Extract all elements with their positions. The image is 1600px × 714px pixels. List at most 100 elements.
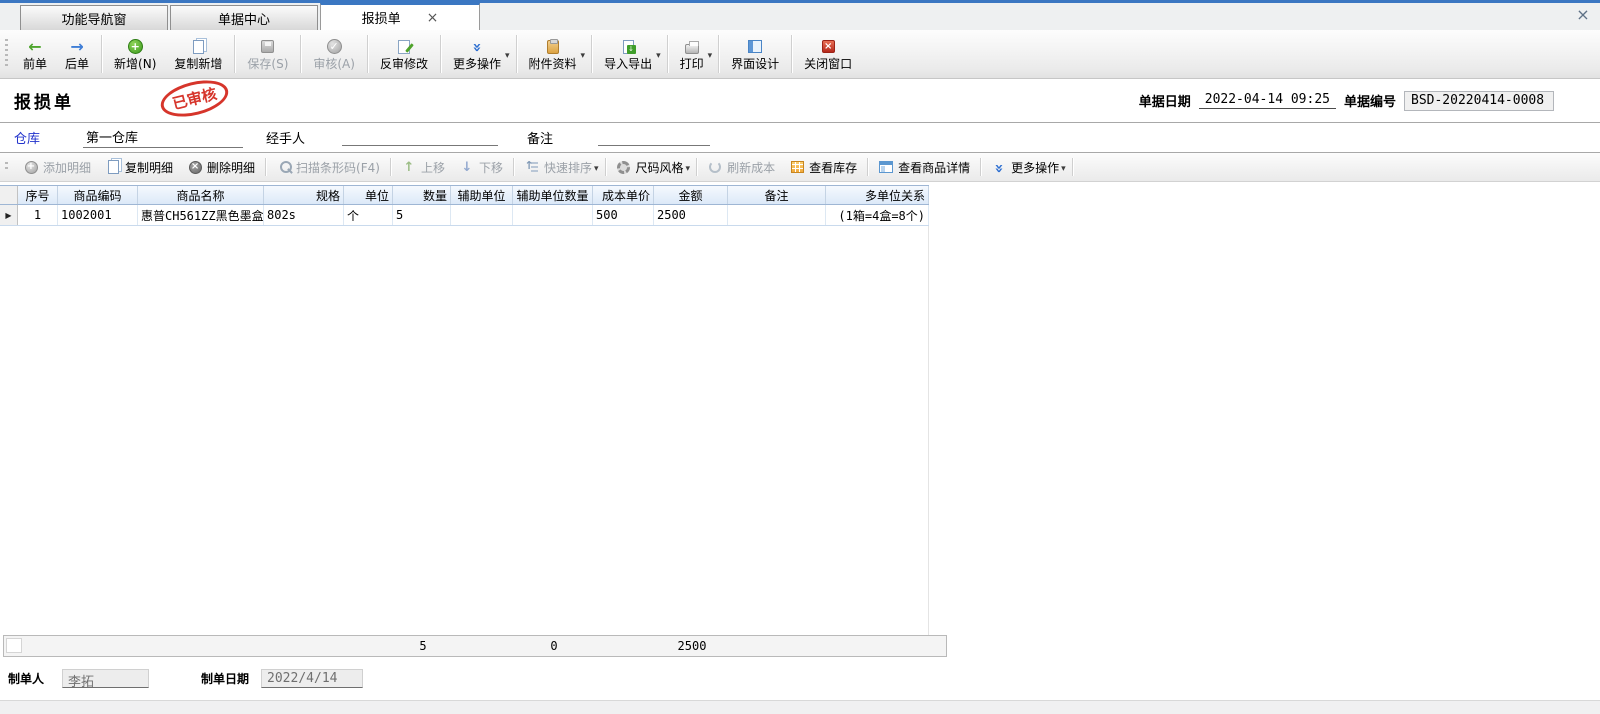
cell-multi-unit[interactable]: (1箱=4盒=8个) [826, 205, 929, 225]
move-up-icon [401, 159, 417, 176]
table-row[interactable]: 1 1002001 惠普CH561ZZ黑色墨盒 802s 个 5 500 250… [0, 205, 929, 226]
button-label: 关闭窗口 [804, 58, 852, 70]
unaudit-modify-button[interactable]: 反审修改 [371, 35, 437, 73]
new-button[interactable]: + 新增(N) [105, 35, 165, 73]
delete-detail-button[interactable]: × 删除明细 [180, 153, 262, 181]
cell-aux-unit[interactable] [451, 205, 513, 225]
dropdown-caret-icon[interactable] [686, 160, 691, 174]
cell-remark[interactable] [728, 205, 826, 225]
dropdown-caret-icon[interactable] [708, 47, 713, 61]
dropdown-caret-icon[interactable] [594, 160, 599, 174]
cell-spec[interactable]: 802s [264, 205, 344, 225]
cell-quantity[interactable]: 5 [393, 205, 451, 225]
create-date-label: 制单日期 [201, 670, 249, 687]
column-header[interactable]: 金额 [654, 186, 728, 204]
detail-more-actions-button[interactable]: 更多操作 [984, 153, 1066, 181]
column-header[interactable]: 序号 [18, 186, 58, 204]
create-date-field[interactable]: 2022/4/14 [261, 669, 363, 688]
dropdown-caret-icon[interactable] [1061, 160, 1066, 174]
button-label: 附件资料 [529, 58, 577, 70]
prev-doc-button[interactable]: 前单 [14, 35, 56, 73]
toolbar-separator [513, 158, 514, 176]
button-label: 复制新增 [174, 58, 222, 70]
audit-button[interactable]: ✓ 审核(A) [304, 35, 364, 73]
bottom-status-strip [0, 700, 1600, 714]
cell-aux-quantity[interactable] [513, 205, 593, 225]
main-toolbar: 前单 后单 + 新增(N) 复制新增 保存(S) ✓ 审核(A) 反审修改 更多… [0, 30, 1600, 79]
cell-amount[interactable]: 2500 [654, 205, 728, 225]
window-close-icon[interactable] [1574, 5, 1592, 23]
close-x-glyph [822, 40, 835, 53]
doc-date-field[interactable]: 2022-04-14 09:25 [1199, 92, 1336, 109]
column-header[interactable]: 多单位关系 [826, 186, 929, 204]
more-actions-button[interactable]: 更多操作 [444, 35, 510, 73]
button-label: 添加明细 [43, 159, 91, 176]
doc-header-right: 单据日期 2022-04-14 09:25 单据编号 BSD-20220414-… [1139, 91, 1600, 111]
cell-product-name[interactable]: 惠普CH561ZZ黑色墨盒 [138, 205, 264, 225]
view-product-detail-icon [878, 159, 894, 176]
creator-field[interactable]: 李拓 [62, 669, 149, 688]
audited-stamp: 已审核 [157, 74, 232, 123]
save-button[interactable]: 保存(S) [238, 35, 297, 73]
remark-field[interactable] [598, 130, 710, 146]
copy-detail-icon [105, 159, 121, 176]
copy-new-button[interactable]: 复制新增 [165, 35, 231, 73]
grid-summary-row: 5 0 2500 [3, 635, 947, 657]
quick-sort-button[interactable]: 快速排序 [517, 153, 599, 181]
refresh-glyph [709, 161, 721, 173]
tab-document-center[interactable]: 单据中心 [170, 5, 318, 30]
warehouse-field[interactable]: 第一仓库 [83, 127, 243, 148]
delete-detail-icon: × [187, 159, 203, 176]
column-header[interactable]: 辅助单位 [451, 186, 513, 204]
detail-toolbar: + 添加明细 复制明细 × 删除明细 扫描条形码(F4) 上移 下移 快速排序 … [0, 153, 1600, 182]
scan-barcode-button[interactable]: 扫描条形码(F4) [269, 153, 387, 181]
refresh-cost-button[interactable]: 刷新成本 [700, 153, 782, 181]
dropdown-caret-icon[interactable] [581, 47, 586, 61]
gear-glyph [617, 161, 630, 174]
ui-design-icon [746, 38, 764, 55]
size-style-button[interactable]: 尺码风格 [609, 153, 691, 181]
move-up-button[interactable]: 上移 [394, 153, 452, 181]
tab-label: 报损单 [362, 8, 401, 27]
attachments-button[interactable]: 附件资料 [520, 35, 586, 73]
warehouse-label[interactable]: 仓库 [14, 128, 40, 147]
import-export-button[interactable]: 导入导出 [595, 35, 661, 73]
button-label: 前单 [23, 58, 47, 70]
sort-glyph [525, 161, 538, 173]
move-down-button[interactable]: 下移 [452, 153, 510, 181]
refresh-cost-icon [707, 159, 723, 176]
cell-cost-price[interactable]: 500 [593, 205, 654, 225]
add-detail-button[interactable]: + 添加明细 [16, 153, 98, 181]
copy-detail-button[interactable]: 复制明细 [98, 153, 180, 181]
print-button[interactable]: 打印 [671, 35, 713, 73]
view-product-detail-button[interactable]: 查看商品详情 [871, 153, 977, 181]
column-header[interactable]: 商品名称 [138, 186, 264, 204]
tab-loss-report[interactable]: 报损单 [320, 3, 480, 30]
doc-number-field[interactable]: BSD-20220414-0008 [1404, 91, 1554, 111]
column-header[interactable]: 商品编码 [58, 186, 138, 204]
column-header[interactable]: 成本单价 [593, 186, 654, 204]
column-header[interactable]: 规格 [264, 186, 344, 204]
tab-function-nav[interactable]: 功能导航窗 [20, 5, 168, 30]
column-header[interactable]: 数量 [393, 186, 451, 204]
printer-glyph [685, 44, 699, 54]
cell-seq[interactable]: 1 [18, 205, 58, 225]
toolbar-separator [667, 35, 668, 73]
view-stock-button[interactable]: 查看库存 [782, 153, 864, 181]
toolbar-separator [300, 35, 301, 73]
next-doc-button[interactable]: 后单 [56, 35, 98, 73]
dropdown-caret-icon[interactable] [505, 47, 510, 61]
column-header[interactable]: 备注 [728, 186, 826, 204]
grid-empty-area[interactable] [0, 226, 929, 635]
button-label: 保存(S) [247, 58, 288, 70]
handler-field[interactable] [342, 130, 498, 146]
close-window-button[interactable]: 关闭窗口 [795, 35, 861, 73]
summary-quantity: 5 [394, 639, 452, 653]
cell-product-code[interactable]: 1002001 [58, 205, 138, 225]
cell-unit[interactable]: 个 [344, 205, 393, 225]
column-header[interactable]: 单位 [344, 186, 393, 204]
tab-close-icon[interactable] [427, 10, 439, 26]
column-header[interactable]: 辅助单位数量 [513, 186, 593, 204]
ui-design-button[interactable]: 界面设计 [722, 35, 788, 73]
dropdown-caret-icon[interactable] [656, 47, 661, 61]
